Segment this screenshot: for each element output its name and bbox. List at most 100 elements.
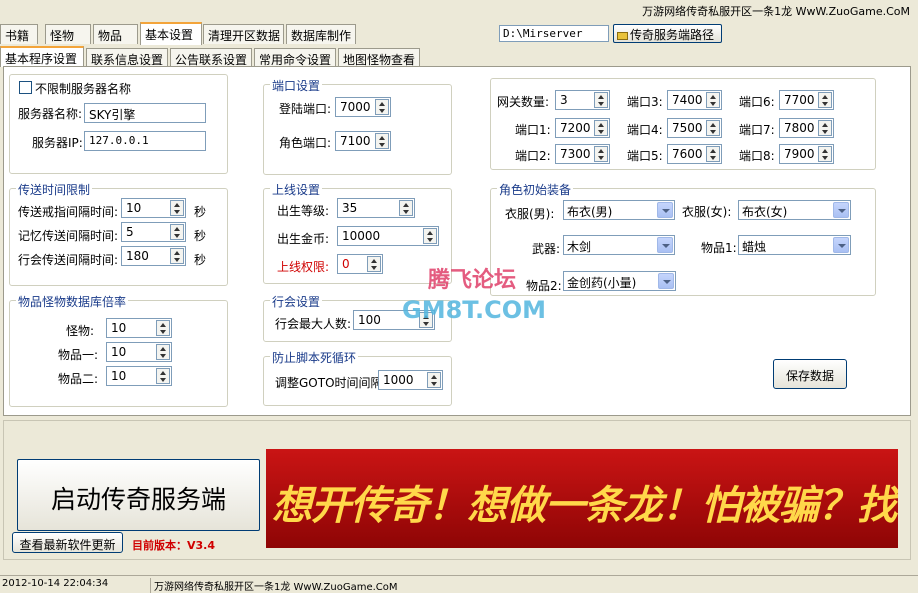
ad-banner[interactable]: 想开传奇！想做一条龙！怕被骗？找信誉商万游网络: [266, 449, 898, 548]
port3-spinner[interactable]: 7400: [667, 90, 722, 110]
birth-gold-spinner[interactable]: 10000: [337, 226, 439, 246]
check-update-button[interactable]: 查看最新软件更新: [12, 532, 123, 553]
port7-label: 端口7:: [739, 123, 775, 137]
server-ip-label: 服务器IP:: [32, 136, 83, 150]
subtab-map-monsters[interactable]: 地图怪物查看: [338, 48, 420, 67]
save-button[interactable]: 保存数据: [773, 359, 847, 389]
server-name-input[interactable]: SKY引擎: [84, 103, 206, 123]
spin-arrows-icon[interactable]: [375, 133, 389, 149]
status-datetime: 2012-10-14 22:04:34: [2, 578, 109, 589]
spin-arrows-icon[interactable]: [399, 200, 413, 216]
tab-basic-settings[interactable]: 基本设置: [140, 22, 202, 45]
subtab-common-commands[interactable]: 常用命令设置: [254, 48, 336, 67]
spin-arrows-icon[interactable]: [706, 92, 720, 108]
ring-interval-spinner[interactable]: 10: [121, 198, 186, 218]
tab-books[interactable]: 书籍: [0, 24, 38, 44]
port5-spinner[interactable]: 7600: [667, 144, 722, 164]
spin-arrows-icon[interactable]: [594, 92, 608, 108]
online-permission-spinner[interactable]: 0: [337, 254, 383, 274]
ring-interval-label: 传送戒指间隔时间:: [18, 205, 119, 219]
port6-spinner[interactable]: 7700: [779, 90, 834, 110]
port8-spinner[interactable]: 7900: [779, 144, 834, 164]
subtab-announcement[interactable]: 公告联系设置: [170, 48, 252, 67]
online-title: 上线设置: [270, 181, 323, 198]
server-path-button[interactable]: 传奇服务端路径: [613, 24, 722, 43]
port6-label: 端口6:: [739, 95, 775, 109]
item2-select[interactable]: 金创药(小量): [563, 271, 676, 291]
port2-label: 端口2:: [515, 149, 551, 163]
chevron-down-icon[interactable]: [833, 237, 849, 253]
spin-arrows-icon[interactable]: [427, 372, 441, 388]
goto-interval-spinner[interactable]: 1000: [378, 370, 443, 390]
spin-arrows-icon[interactable]: [706, 146, 720, 162]
spin-arrows-icon[interactable]: [156, 344, 170, 360]
ports-title: 端口设置: [270, 77, 323, 94]
tab-clear-data[interactable]: 清理开区数据: [203, 24, 284, 44]
status-text: 万游网络传奇私服开区一条1龙 WwW.ZuoGame.CoM: [150, 578, 398, 593]
chevron-down-icon[interactable]: [833, 202, 849, 218]
weapon-select[interactable]: 木剑: [563, 235, 675, 255]
cloth-female-select[interactable]: 布衣(女): [738, 200, 851, 220]
chevron-down-icon[interactable]: [657, 237, 673, 253]
spin-arrows-icon[interactable]: [375, 99, 389, 115]
spin-arrows-icon[interactable]: [706, 120, 720, 136]
login-port-spinner[interactable]: 7000: [335, 97, 391, 117]
port8-label: 端口8:: [739, 149, 775, 163]
online-permission-label: 上线权限:: [277, 260, 330, 274]
spin-arrows-icon[interactable]: [156, 320, 170, 336]
spin-arrows-icon[interactable]: [367, 256, 381, 272]
seconds-label: 秒: [194, 253, 207, 267]
spin-arrows-icon[interactable]: [423, 228, 437, 244]
subtab-contact-info[interactable]: 联系信息设置: [86, 48, 168, 67]
server-path-input[interactable]: D:\Mirserver: [499, 25, 609, 42]
start-server-button[interactable]: 启动传奇服务端: [17, 459, 260, 531]
equipment-title: 角色初始装备: [497, 181, 574, 198]
cloth-male-select[interactable]: 布衣(男): [563, 200, 675, 220]
port5-label: 端口5:: [627, 149, 663, 163]
monster-rate-label: 怪物:: [66, 324, 95, 338]
tab-database[interactable]: 数据库制作: [286, 24, 356, 44]
title-bar: 万游网络传奇私服开区一条1龙 WwW.ZuoGame.CoM: [0, 0, 918, 20]
seconds-label: 秒: [194, 205, 207, 219]
spin-arrows-icon[interactable]: [170, 248, 184, 264]
no-limit-checkbox[interactable]: [19, 81, 32, 94]
role-port-spinner[interactable]: 7100: [335, 131, 391, 151]
status-bar: 2012-10-14 22:04:34 万游网络传奇私服开区一条1龙 WwW.Z…: [0, 575, 918, 593]
spin-arrows-icon[interactable]: [170, 224, 184, 240]
port2-spinner[interactable]: 7300: [555, 144, 610, 164]
guild-max-label: 行会最大人数:: [275, 317, 352, 331]
subtab-basic-program[interactable]: 基本程序设置: [0, 46, 84, 67]
port4-label: 端口4:: [627, 123, 663, 137]
guild-interval-label: 行会传送间隔时间:: [18, 253, 119, 267]
item-one-rate-spinner[interactable]: 10: [106, 342, 172, 362]
monster-rate-spinner[interactable]: 10: [106, 318, 172, 338]
item-two-rate-spinner[interactable]: 10: [106, 366, 172, 386]
port1-spinner[interactable]: 7200: [555, 118, 610, 138]
birth-level-label: 出生等级:: [277, 204, 330, 218]
port4-spinner[interactable]: 7500: [667, 118, 722, 138]
guild-interval-spinner[interactable]: 180: [121, 246, 186, 266]
memory-interval-spinner[interactable]: 5: [121, 222, 186, 242]
spin-arrows-icon[interactable]: [818, 120, 832, 136]
chevron-down-icon[interactable]: [658, 273, 674, 289]
gateway-count-spinner[interactable]: 3: [555, 90, 610, 110]
birth-level-spinner[interactable]: 35: [337, 198, 415, 218]
tab-items[interactable]: 物品: [93, 24, 138, 44]
login-port-label: 登陆端口:: [279, 102, 332, 116]
spin-arrows-icon[interactable]: [594, 146, 608, 162]
spin-arrows-icon[interactable]: [818, 146, 832, 162]
tab-monsters[interactable]: 怪物: [45, 24, 91, 44]
gateway-count-label: 网关数量:: [497, 95, 550, 109]
chevron-down-icon[interactable]: [657, 202, 673, 218]
spin-arrows-icon[interactable]: [594, 120, 608, 136]
spin-arrows-icon[interactable]: [818, 92, 832, 108]
window-title: 万游网络传奇私服开区一条1龙 WwW.ZuoGame.CoM: [642, 5, 910, 18]
item1-select[interactable]: 蜡烛: [738, 235, 851, 255]
port7-spinner[interactable]: 7800: [779, 118, 834, 138]
server-ip-input[interactable]: 127.0.0.1: [84, 131, 206, 151]
memory-interval-label: 记忆传送间隔时间:: [18, 229, 119, 243]
spin-arrows-icon[interactable]: [170, 200, 184, 216]
spin-arrows-icon[interactable]: [156, 368, 170, 384]
goto-interval-label: 调整GOTO时间间隔:: [275, 376, 387, 390]
cloth-female-label: 衣服(女):: [682, 205, 732, 219]
